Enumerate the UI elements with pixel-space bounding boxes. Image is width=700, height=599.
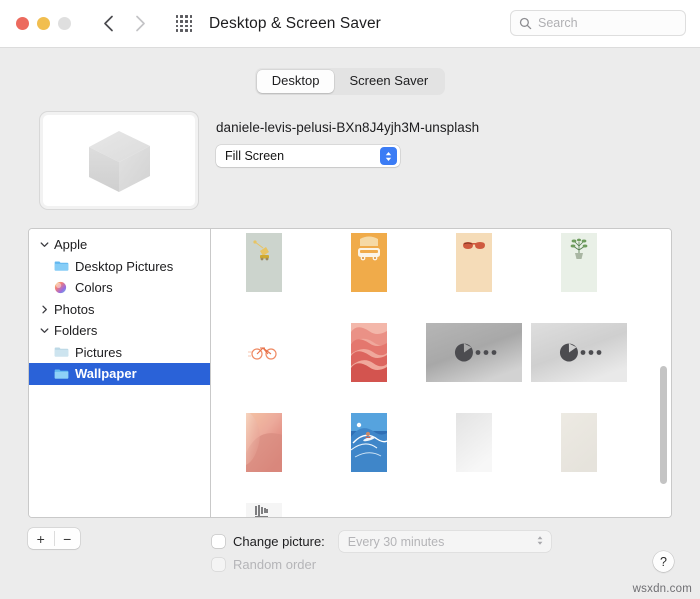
thumbnail-cell[interactable] [211, 413, 316, 497]
source-sidebar: Apple Desktop Pictures Colors Photos Fol… [29, 229, 211, 517]
change-picture-checkbox[interactable] [212, 535, 225, 548]
chevron-down-icon[interactable] [37, 238, 51, 252]
search-icon [519, 17, 532, 30]
sidebar-item-label: Pictures [75, 344, 122, 360]
wallpaper-thumb-light-gray[interactable] [455, 413, 492, 472]
wallpaper-thumb-beige[interactable] [560, 413, 597, 472]
thumbnail-cell[interactable] [421, 233, 526, 317]
wallpaper-thumb-plant[interactable] [560, 233, 597, 292]
cube-illustration-icon [89, 130, 150, 192]
thumbnail-cell[interactable] [211, 233, 316, 317]
zoom-button-icon[interactable] [58, 17, 71, 30]
desktop-screen-saver-window: Desktop & Screen Saver Search Desktop Sc… [0, 0, 700, 599]
random-order-label: Random order [233, 557, 317, 572]
tab-bar: Desktop Screen Saver [0, 48, 700, 95]
remove-folder-button[interactable]: − [55, 528, 81, 549]
thumbnail-cell[interactable] [316, 233, 421, 317]
tab-screen-saver[interactable]: Screen Saver [334, 70, 443, 93]
wallpaper-thumb-crane[interactable] [245, 233, 282, 292]
thumbnail-cell[interactable] [526, 413, 631, 497]
sidebar-item-label: Photos [54, 301, 95, 317]
thumbnail-row [211, 413, 671, 503]
forward-arrow-icon[interactable] [129, 12, 151, 36]
wallpaper-thumb-surfer[interactable] [350, 413, 387, 472]
sidebar-item-label: Wallpaper [75, 366, 137, 382]
sidebar-item-label: Apple [54, 237, 88, 253]
vertical-scrollbar[interactable] [659, 231, 668, 515]
thumbnail-cell[interactable] [316, 323, 421, 407]
sidebar-item-colors[interactable]: Colors [29, 277, 210, 299]
chevron-up-down-icon [536, 534, 544, 552]
add-folder-button[interactable]: + [28, 528, 54, 549]
sidebar-item-label: Desktop Pictures [75, 258, 174, 274]
random-order-row: Random order [212, 557, 316, 572]
sidebar-item-photos[interactable]: Photos [29, 299, 210, 321]
sidebar-item-apple[interactable]: Apple [29, 234, 210, 256]
search-placeholder: Search [538, 16, 578, 30]
sidebar-item-pictures[interactable]: Pictures [29, 342, 210, 364]
chevron-right-icon[interactable] [37, 302, 51, 316]
thumbnail-cell[interactable] [421, 323, 526, 407]
all-preferences-grid-icon[interactable] [173, 13, 195, 35]
wallpaper-thumb-stripes[interactable] [245, 503, 282, 517]
wallpaper-thumb-bicycle[interactable] [245, 323, 282, 382]
fit-mode-dropdown[interactable]: Fill Screen [216, 145, 400, 167]
back-arrow-icon[interactable] [97, 12, 119, 36]
minimize-button-icon[interactable] [37, 17, 50, 30]
wallpaper-browser: Apple Desktop Pictures Colors Photos Fol… [28, 228, 672, 518]
folder-dim-icon [54, 345, 69, 359]
navigation-buttons [97, 12, 151, 36]
wallpaper-thumb-pink-waves[interactable] [350, 323, 387, 382]
color-wheel-icon [54, 281, 69, 295]
chevron-down-icon[interactable] [37, 324, 51, 338]
thumbnail-cell[interactable] [526, 323, 631, 407]
wallpaper-thumb-pacman-dark[interactable] [425, 323, 522, 382]
tab-group: Desktop Screen Saver [254, 68, 446, 95]
wallpaper-thumbnail-grid [211, 229, 671, 517]
change-interval-value: Every 30 minutes [347, 534, 445, 549]
traffic-light-buttons [16, 17, 71, 30]
sidebar-item-desktop-pictures[interactable]: Desktop Pictures [29, 256, 210, 278]
change-picture-label: Change picture: [233, 534, 325, 549]
bottom-controls: + − Change picture: Every 30 minutes Ran… [0, 524, 700, 599]
thumbnail-row [211, 503, 671, 517]
sidebar-item-wallpaper[interactable]: Wallpaper [29, 363, 210, 385]
sidebar-item-label: Folders [54, 323, 98, 339]
thumbnail-row [211, 233, 671, 323]
sidebar-item-folders[interactable]: Folders [29, 320, 210, 342]
current-wallpaper-preview[interactable] [40, 112, 198, 209]
wallpaper-file-name: daniele-levis-pelusi-BXn8J4yjh3M-unsplas… [216, 120, 480, 135]
thumbnail-cell[interactable] [316, 413, 421, 497]
wallpaper-thumb-peach-abstract[interactable] [245, 413, 282, 472]
sidebar-item-label: Colors [75, 280, 113, 296]
fit-mode-value: Fill Screen [225, 149, 285, 163]
window-titlebar: Desktop & Screen Saver Search [0, 0, 700, 48]
current-wallpaper-section: daniele-levis-pelusi-BXn8J4yjh3M-unsplas… [40, 112, 700, 209]
thumbnail-cell[interactable] [526, 233, 631, 317]
thumbnail-cell[interactable] [211, 503, 316, 517]
change-interval-dropdown[interactable]: Every 30 minutes [338, 531, 551, 552]
wallpaper-thumb-pacman-light[interactable] [530, 323, 627, 382]
folder-icon [54, 259, 69, 273]
close-button-icon[interactable] [16, 17, 29, 30]
wallpaper-info: daniele-levis-pelusi-BXn8J4yjh3M-unsplas… [216, 112, 479, 167]
change-picture-row: Change picture: Every 30 minutes [212, 531, 551, 552]
chevron-up-down-icon [380, 147, 397, 165]
wallpaper-thumb-van[interactable] [350, 233, 387, 292]
thumbnail-cell[interactable] [211, 323, 316, 407]
wallpaper-thumb-sunglasses[interactable] [455, 233, 492, 292]
window-title: Desktop & Screen Saver [209, 14, 381, 32]
random-order-checkbox[interactable] [212, 558, 225, 571]
watermark-text: wsxdn.com [632, 583, 692, 595]
thumbnail-cell[interactable] [421, 413, 526, 497]
help-button[interactable]: ? [653, 551, 674, 572]
search-field[interactable]: Search [510, 10, 686, 36]
add-remove-folder-segmented-control: + − [28, 528, 80, 549]
folder-icon [54, 367, 69, 381]
scrollbar-thumb[interactable] [660, 366, 667, 484]
tab-desktop[interactable]: Desktop [256, 70, 335, 93]
thumbnail-row [211, 323, 671, 413]
